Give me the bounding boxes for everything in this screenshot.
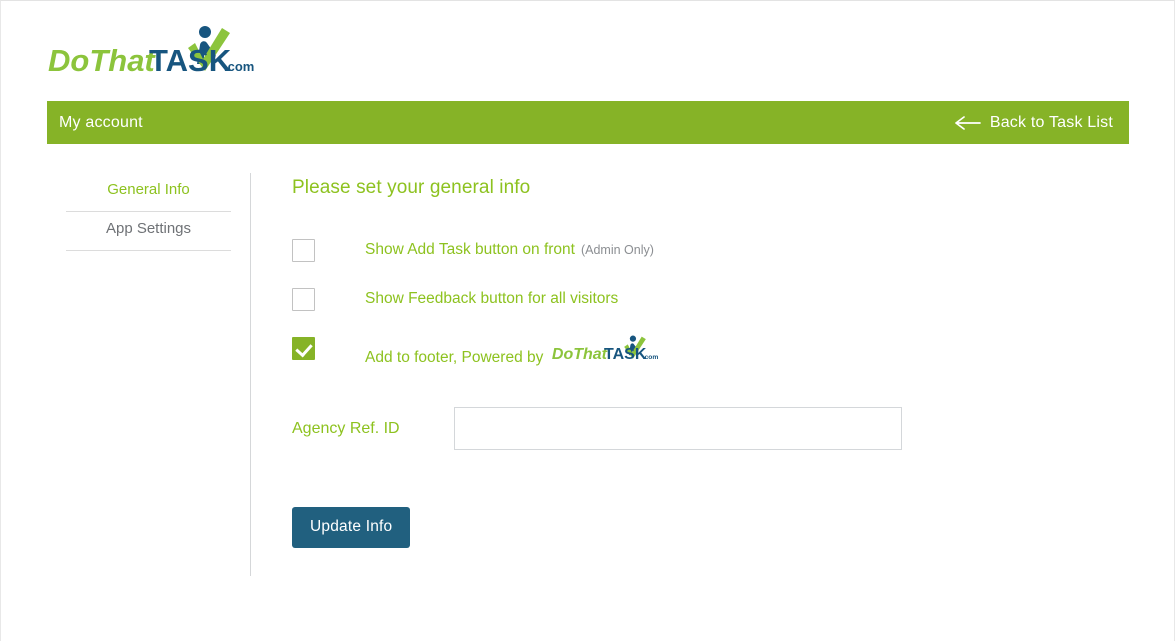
arrow-left-icon	[954, 115, 981, 130]
checkbox-label: Add to footer, Powered by DoThat TASK .c…	[365, 330, 687, 367]
svg-text:TASK: TASK	[604, 345, 647, 362]
dothattask-logo-icon: DoThat TASK .com	[552, 335, 659, 362]
sidebar-content-divider	[250, 173, 251, 576]
agency-ref-id-input[interactable]	[454, 407, 902, 450]
checkbox-show-feedback[interactable]	[292, 287, 315, 311]
update-info-button[interactable]: Update Info	[292, 507, 411, 548]
settings-checkbox-list: Show Add Task button on front (Admin Onl…	[292, 237, 1134, 366]
checkbox-label-text: Show Feedback button for all visitors	[365, 290, 619, 307]
checkbox-add-to-footer[interactable]	[292, 336, 315, 360]
checkbox-show-add-task[interactable]	[292, 238, 315, 262]
checkbox-label-text: Add to footer, Powered by	[365, 348, 544, 366]
inline-dothattask-logo-icon: DoThat TASK .com	[551, 334, 687, 371]
checkbox-label-note: (Admin Only)	[580, 243, 654, 257]
site-logo[interactable]: DoThat TASK .com	[48, 23, 308, 85]
dothattask-logo-icon: DoThat TASK .com	[48, 26, 254, 78]
logo-word-com: .com	[224, 59, 254, 74]
setting-row-show-feedback: Show Feedback button for all visitors	[292, 286, 1134, 312]
svg-text:DoThat: DoThat	[552, 345, 608, 362]
settings-content: Please set your general info Show Add Ta…	[292, 177, 1134, 548]
logo-word-task: TASK	[149, 43, 232, 78]
agency-ref-id-row: Agency Ref. ID	[292, 407, 1134, 450]
checkbox-label-text: Show Add Task button on front	[365, 241, 575, 258]
settings-sidebar: General Info App Settings	[66, 173, 231, 251]
setting-row-add-to-footer: Add to footer, Powered by DoThat TASK .c…	[292, 335, 1134, 366]
back-to-task-list-link[interactable]: Back to Task List	[954, 113, 1113, 132]
checkbox-label: Show Add Task button on front (Admin Onl…	[365, 241, 654, 259]
setting-row-show-add-task: Show Add Task button on front (Admin Onl…	[292, 237, 1134, 263]
sidebar-item-label: General Info	[107, 181, 190, 198]
logo-word-dothat: DoThat	[48, 43, 156, 78]
sidebar-item-app-settings[interactable]: App Settings	[66, 212, 231, 251]
svg-text:.com: .com	[643, 353, 659, 360]
checkbox-label: Show Feedback button for all visitors	[365, 290, 618, 308]
page-title: My account	[59, 113, 143, 131]
sidebar-item-general-info[interactable]: General Info	[66, 173, 231, 212]
content-heading: Please set your general info	[292, 177, 531, 198]
agency-ref-id-label: Agency Ref. ID	[292, 419, 400, 437]
sidebar-item-label: App Settings	[105, 220, 192, 237]
account-settings-page: DoThat TASK .com My account Back to Task…	[0, 0, 1175, 641]
back-to-task-list-label: Back to Task List	[989, 113, 1113, 131]
account-header-bar: My account Back to Task List	[47, 101, 1129, 144]
